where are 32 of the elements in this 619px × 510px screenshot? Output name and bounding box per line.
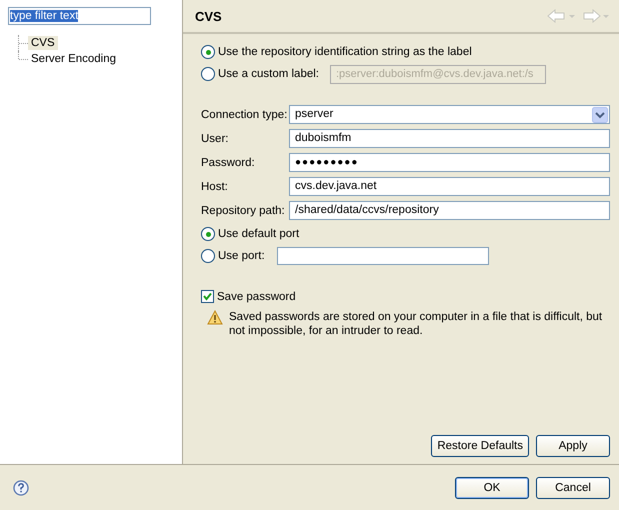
radio-button[interactable]	[201, 45, 215, 59]
port-field[interactable]	[277, 247, 489, 265]
radio-button[interactable]	[201, 249, 215, 263]
filter-field[interactable]: type filter text	[8, 7, 151, 25]
connection-type-dropdown[interactable]: pserver	[289, 105, 610, 124]
password-field[interactable]: ●●●●●●●●●	[289, 153, 610, 172]
text-field[interactable]: cvs.dev.java.net	[289, 177, 610, 196]
field-label: Password:	[201, 156, 256, 168]
dialog-button[interactable]: Cancel	[536, 476, 610, 498]
tree-item[interactable]: Server Encoding	[28, 52, 120, 66]
checkbox[interactable]	[201, 290, 214, 303]
page-button[interactable]: Restore Defaults	[431, 435, 529, 457]
help-icon[interactable]	[13, 480, 29, 496]
radio-button[interactable]	[201, 67, 215, 81]
text-field[interactable]: /shared/data/ccvs/repository	[289, 201, 610, 220]
checkbox-label: Save password	[217, 290, 296, 302]
field-label: Repository path:	[201, 204, 286, 216]
radio-label: Use the repository identification string as the label	[218, 46, 472, 58]
warning-text: Saved passwords are stored on your computer in a file that is difficult, but not impossible, for an intruder to read.	[229, 310, 604, 338]
page-button[interactable]: Apply	[536, 435, 610, 457]
field-label: User:	[201, 132, 230, 144]
radio-label: Use default port	[218, 228, 300, 240]
tree-item[interactable]: CVS	[28, 36, 58, 50]
radio-label: Use a custom label:	[218, 68, 319, 80]
radio-button[interactable]	[201, 227, 215, 241]
radio-label: Use port:	[218, 250, 266, 262]
page-title: CVS	[195, 8, 222, 24]
warning-icon	[207, 310, 223, 325]
dialog-button[interactable]: OK	[455, 476, 529, 498]
field-label: Connection type:	[201, 108, 288, 120]
text-field[interactable]: duboismfm	[289, 129, 610, 148]
field-label: Host:	[201, 180, 229, 192]
